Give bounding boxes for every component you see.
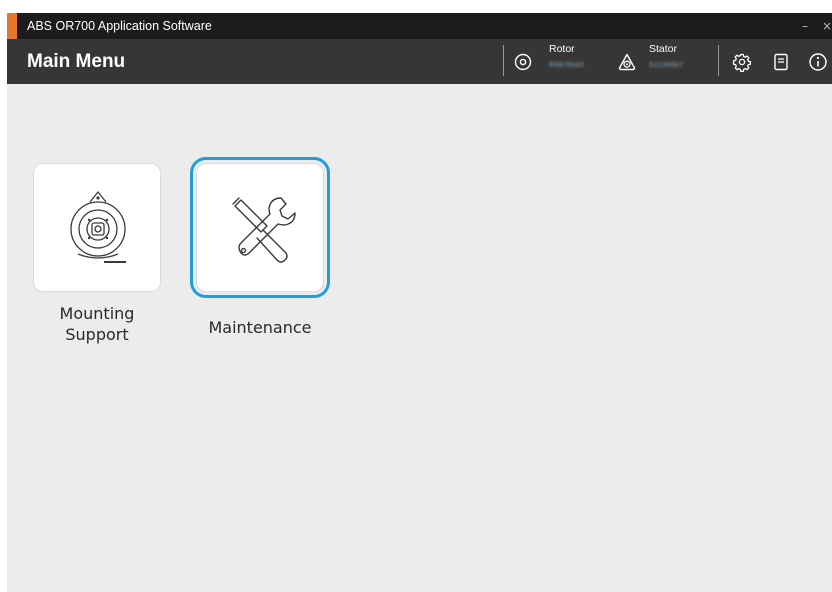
minimize-button[interactable]: – [802, 13, 808, 39]
rotor-label: Rotor [549, 43, 575, 55]
title-accent-bar [7, 13, 17, 39]
document-icon[interactable] [771, 52, 791, 72]
stator-info: Stator S1234567 [649, 43, 683, 72]
info-icon[interactable] [808, 52, 828, 72]
maintenance-tile[interactable] [190, 157, 330, 298]
settings-gear-icon[interactable] [732, 52, 752, 72]
header-divider [503, 45, 504, 76]
wrench-screwdriver-icon [232, 197, 296, 263]
stator-serial: S1234567 [649, 62, 684, 69]
rotor-icon [514, 53, 532, 71]
rotor-serial: R0876543 [549, 62, 584, 69]
stator-label: Stator [649, 43, 678, 55]
mounting-support-label: Mounting Support [59, 304, 135, 344]
close-button[interactable]: × [822, 13, 832, 39]
maintenance-label: Maintenance [208, 318, 312, 337]
mounting-support-tile[interactable] [33, 163, 161, 292]
header-divider [718, 45, 719, 76]
rotor-info: Rotor R0876543 [549, 43, 584, 72]
stator-icon [618, 53, 636, 71]
page-title: Main Menu [27, 51, 126, 72]
title-bar[interactable]: ABS OR700 Application Software – × [7, 13, 832, 39]
header-bar: Main Menu Rotor R0876543 Stator S1234567 [7, 39, 832, 84]
window-title: ABS OR700 Application Software [27, 19, 212, 33]
app-window: ABS OR700 Application Software – × Main … [7, 13, 832, 592]
mounting-support-icon [70, 191, 126, 263]
